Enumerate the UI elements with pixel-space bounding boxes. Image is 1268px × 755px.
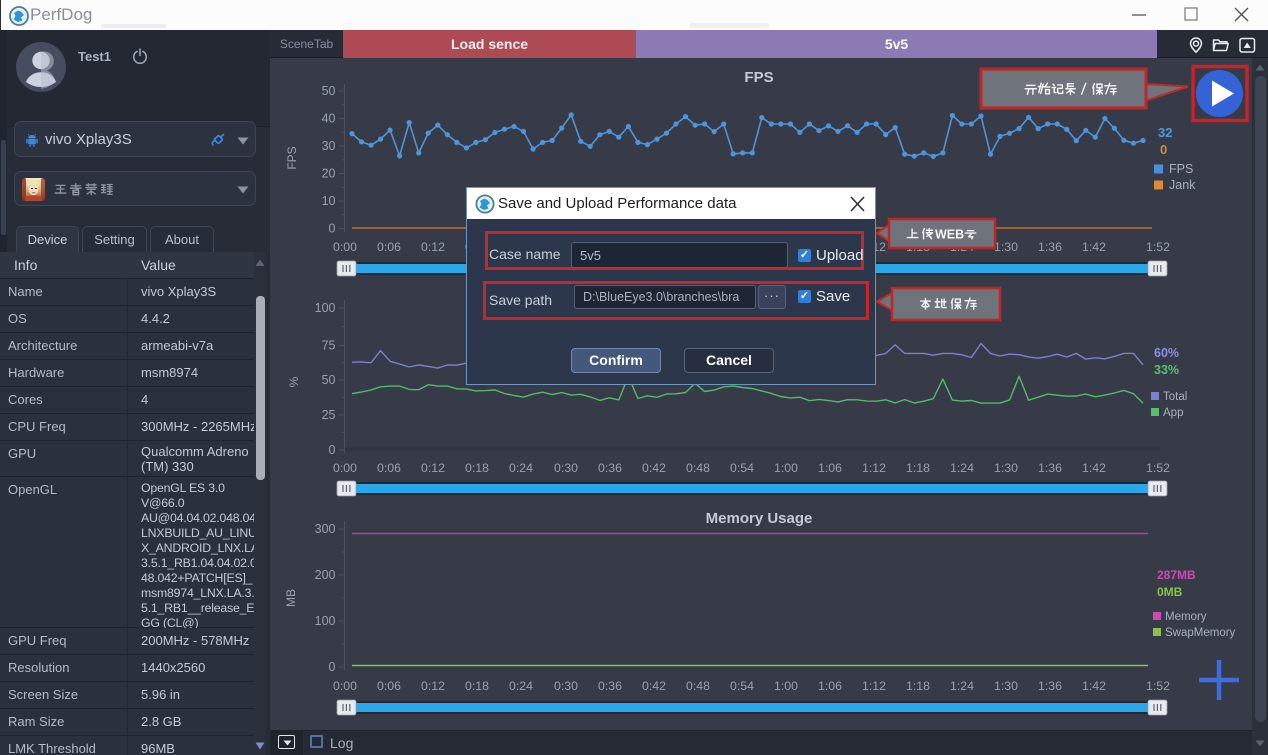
svg-text:WEB: WEB [935, 228, 964, 242]
